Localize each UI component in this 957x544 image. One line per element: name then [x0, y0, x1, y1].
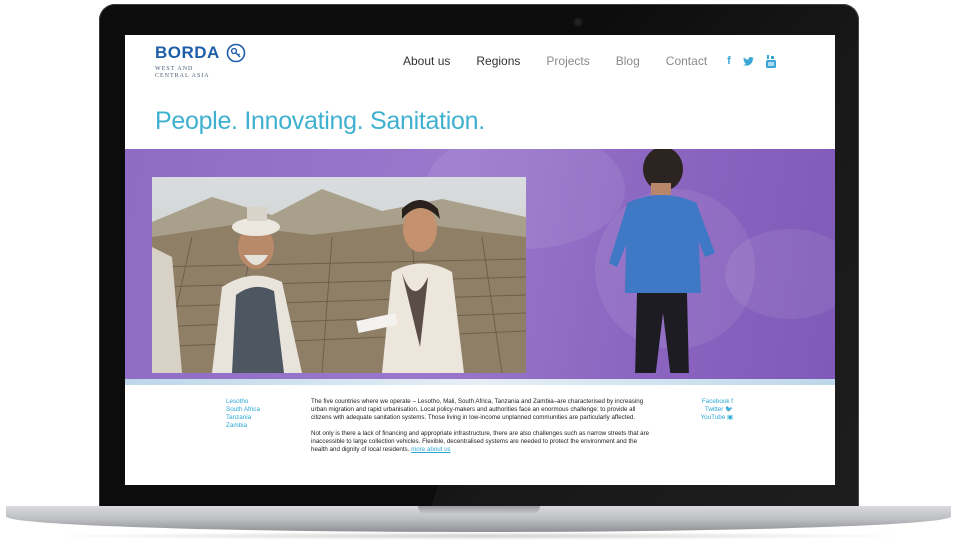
- region-link[interactable]: Zambia: [226, 422, 260, 430]
- header-social: f: [727, 54, 776, 68]
- boy-illustration: [609, 149, 715, 373]
- browser-screen: BORDA WEST AND CENTRAL ASIA About us Reg…: [125, 35, 835, 485]
- facebook-icon: f: [731, 398, 733, 405]
- laptop-mockup: BORDA WEST AND CENTRAL ASIA About us Reg…: [0, 0, 957, 544]
- regions-list: Lesotho South Africa Tanzania Zambia: [226, 398, 260, 430]
- nav-contact[interactable]: Contact: [666, 54, 707, 68]
- laptop-shadow: [40, 532, 917, 540]
- social-link-label: Facebook: [701, 398, 730, 405]
- main-nav: About us Regions Projects Blog Contact f: [403, 54, 776, 68]
- nav-regions[interactable]: Regions: [476, 54, 520, 68]
- intro-paragraph-1: The five countries where we operate – Le…: [311, 398, 644, 422]
- hero-photo: [152, 177, 526, 373]
- webcam: [575, 19, 581, 25]
- youtube-icon[interactable]: [765, 54, 776, 68]
- region-link[interactable]: South Africa: [226, 406, 260, 414]
- content-section: Lesotho South Africa Tanzania Zambia The…: [125, 395, 835, 485]
- more-about-us-link[interactable]: more about us: [411, 446, 451, 453]
- social-link-youtube[interactable]: YouTube ▣: [685, 414, 733, 422]
- site-header: BORDA WEST AND CENTRAL ASIA About us Reg…: [125, 35, 835, 105]
- intro-paragraph-2-text: Not only is there a lack of financing an…: [311, 429, 650, 454]
- laptop-notch: [418, 506, 540, 514]
- logo-key-icon: [226, 43, 246, 63]
- borda-logo[interactable]: BORDA WEST AND CENTRAL ASIA: [155, 43, 246, 80]
- intro-text: The five countries where we operate – Le…: [311, 398, 651, 461]
- social-links: Facebook f Twitter 🐦 YouTube ▣: [685, 398, 733, 422]
- hero-divider: [125, 379, 835, 385]
- social-link-facebook[interactable]: Facebook f: [685, 398, 733, 406]
- social-link-label: YouTube: [700, 414, 726, 421]
- social-link-label: Twitter: [704, 406, 724, 413]
- page-tagline: People. Innovating. Sanitation.: [155, 107, 485, 135]
- nav-projects[interactable]: Projects: [546, 54, 589, 68]
- twitter-icon: 🐦: [725, 406, 733, 413]
- region-link[interactable]: Tanzania: [226, 414, 260, 422]
- photo-men-construction-site: [152, 177, 526, 373]
- hero-banner: [125, 149, 835, 379]
- region-link[interactable]: Lesotho: [226, 398, 260, 406]
- nav-about-us[interactable]: About us: [403, 54, 450, 68]
- logo-subtitle: WEST AND CENTRAL ASIA: [155, 66, 210, 79]
- twitter-icon[interactable]: [742, 56, 754, 66]
- youtube-icon: ▣: [727, 414, 733, 421]
- nav-blog[interactable]: Blog: [616, 54, 640, 68]
- intro-paragraph-2: Not only is there a lack of financing an…: [311, 430, 651, 455]
- logo-text: BORDA: [155, 43, 220, 62]
- facebook-icon[interactable]: f: [727, 55, 731, 67]
- social-link-twitter[interactable]: Twitter 🐦: [685, 406, 733, 414]
